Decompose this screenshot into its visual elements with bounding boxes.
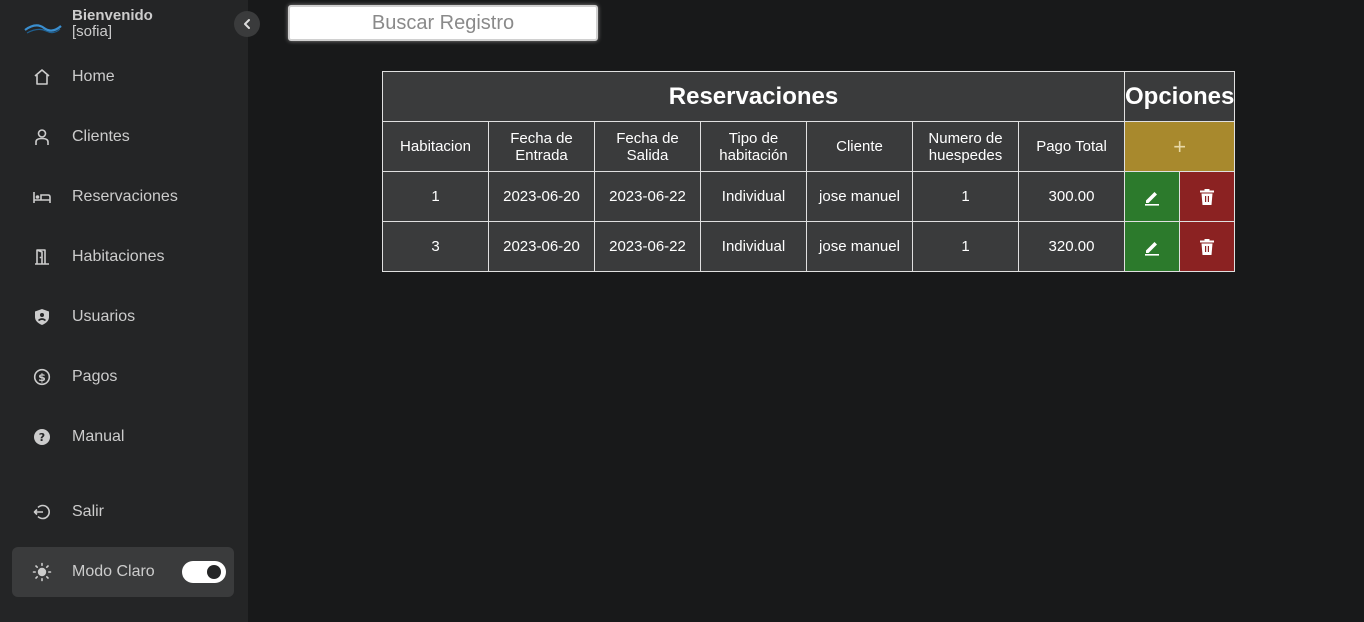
column-header-fecha-entrada: Fecha de Entrada xyxy=(488,121,595,172)
welcome-title: Bienvenido xyxy=(72,7,153,24)
sidebar-item-usuarios[interactable]: Usuarios xyxy=(12,292,234,342)
cell-tipo-habitacion: Individual xyxy=(700,171,807,222)
pencil-icon xyxy=(1145,241,1160,256)
edit-button[interactable] xyxy=(1123,221,1181,272)
chevron-left-icon xyxy=(244,19,250,29)
sun-icon xyxy=(32,562,52,582)
sidebar-item-label: Clientes xyxy=(72,128,130,145)
cell-pago-total: 320.00 xyxy=(1018,221,1125,272)
edit-button[interactable] xyxy=(1123,171,1181,222)
cell-numero-huespedes: 1 xyxy=(912,171,1019,222)
pencil-icon xyxy=(1145,191,1160,206)
cell-pago-total: 300.00 xyxy=(1018,171,1125,222)
user-icon xyxy=(32,127,52,147)
sidebar-item-manual[interactable]: ? Manual xyxy=(12,412,234,462)
cell-cliente: jose manuel xyxy=(806,221,913,272)
svg-text:?: ? xyxy=(39,431,45,444)
shield-user-icon xyxy=(32,307,52,327)
add-reservation-button[interactable]: + xyxy=(1123,121,1236,172)
column-header-pago-total: Pago Total xyxy=(1018,121,1125,172)
reservations-table: Reservaciones Opciones Habitacion Fecha … xyxy=(382,71,1236,272)
logout-icon xyxy=(32,502,52,522)
options-title: Opciones xyxy=(1123,71,1236,122)
logout-button[interactable]: Salir xyxy=(12,487,234,537)
table-row: 3 2023-06-20 2023-06-22 Individual jose … xyxy=(382,221,1236,272)
table-row: 1 2023-06-20 2023-06-22 Individual jose … xyxy=(382,171,1236,222)
search-input[interactable] xyxy=(288,5,598,41)
door-icon xyxy=(32,247,52,267)
brand: Bienvenido [sofia] xyxy=(24,6,234,46)
trash-icon xyxy=(1200,238,1215,255)
sidebar-item-label: Manual xyxy=(72,428,125,445)
delete-button[interactable] xyxy=(1179,171,1236,222)
bed-icon xyxy=(32,187,52,207)
cell-fecha-entrada: 2023-06-20 xyxy=(488,221,595,272)
cell-tipo-habitacion: Individual xyxy=(700,221,807,272)
svg-text:$: $ xyxy=(38,371,46,384)
help-circle-icon: ? xyxy=(32,427,52,447)
wave-logo-icon xyxy=(24,24,62,34)
header-row: Habitacion Fecha de Entrada Fecha de Salid… xyxy=(382,121,1236,172)
column-header-numero-huespedes: Numero de huespedes xyxy=(912,121,1019,172)
column-header-fecha-salida: Fecha de Salida xyxy=(594,121,701,172)
trash-icon xyxy=(1200,188,1215,205)
column-header-cliente: Cliente xyxy=(806,121,913,172)
light-mode-label: Modo Claro xyxy=(72,563,155,580)
light-mode-row: Modo Claro xyxy=(12,547,234,597)
home-icon xyxy=(32,67,52,87)
sidebar-item-pagos[interactable]: $ Pagos xyxy=(12,352,234,402)
sidebar-item-reservaciones[interactable]: Reservaciones xyxy=(12,172,234,222)
collapse-sidebar-button[interactable] xyxy=(234,11,260,37)
cell-cliente: jose manuel xyxy=(806,171,913,222)
dollar-coin-icon: $ xyxy=(32,367,52,387)
username: [sofia] xyxy=(72,23,113,40)
sidebar-item-label: Habitaciones xyxy=(72,248,165,265)
sidebar-item-label: Usuarios xyxy=(72,308,136,325)
column-header-tipo-habitacion: Tipo de habitación xyxy=(700,121,807,172)
cell-fecha-salida: 2023-06-22 xyxy=(594,171,701,222)
sidebar-item-clientes[interactable]: Clientes xyxy=(12,112,234,162)
logout-label: Salir xyxy=(72,503,105,520)
cell-fecha-salida: 2023-06-22 xyxy=(594,221,701,272)
cell-numero-huespedes: 1 xyxy=(912,221,1019,272)
toggle-knob xyxy=(207,565,221,579)
delete-button[interactable] xyxy=(1179,221,1236,272)
column-header-habitacion: Habitacion xyxy=(382,121,489,172)
cell-fecha-entrada: 2023-06-20 xyxy=(488,171,595,222)
cell-habitacion: 3 xyxy=(382,221,489,272)
sidebar: Bienvenido [sofia] Home Clientes Reserva… xyxy=(0,0,260,622)
sidebar-item-label: Reservaciones xyxy=(72,188,178,205)
sidebar-item-label: Pagos xyxy=(72,368,118,385)
cell-habitacion: 1 xyxy=(382,171,489,222)
light-mode-toggle[interactable] xyxy=(182,561,226,583)
table-title: Reservaciones xyxy=(382,71,1125,122)
sidebar-item-habitaciones[interactable]: Habitaciones xyxy=(12,232,234,282)
sidebar-item-label: Home xyxy=(72,68,115,85)
sidebar-item-home[interactable]: Home xyxy=(12,52,234,102)
